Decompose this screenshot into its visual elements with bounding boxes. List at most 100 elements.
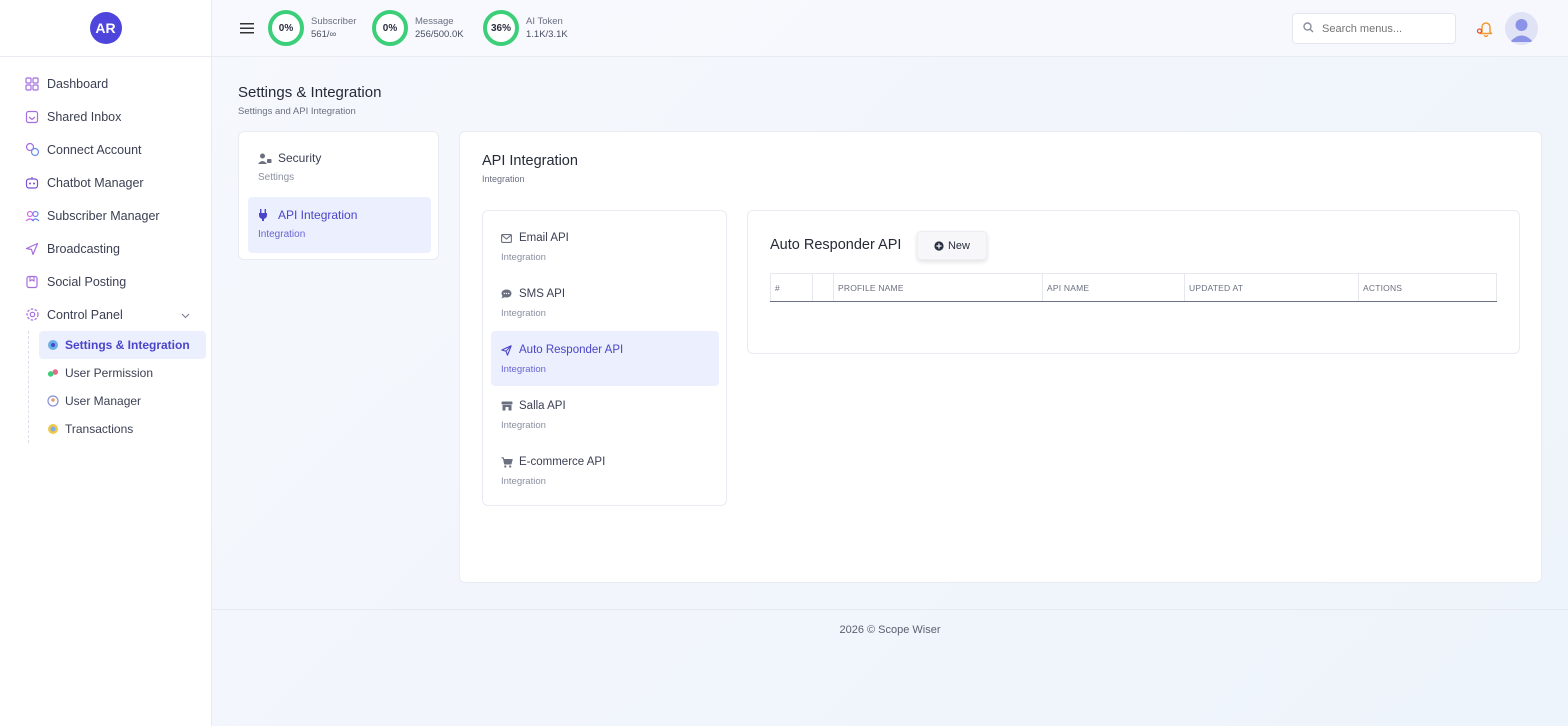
sidebar-item-social-posting[interactable]: Social Posting — [0, 265, 212, 298]
sidebar-item-label: Subscriber Manager — [47, 208, 160, 223]
sidebar-item-broadcasting[interactable]: Broadcasting — [0, 232, 212, 265]
users-icon — [24, 208, 40, 224]
api-item-label: SMS API — [519, 288, 566, 300]
user-avatar[interactable] — [1505, 12, 1538, 45]
sidebar-subitem-label: Transactions — [65, 422, 134, 436]
sidebar-item-subscriber-manager[interactable]: Subscriber Manager — [0, 199, 212, 232]
api-item-label: E-commerce API — [519, 456, 606, 468]
auto-responder-panel: Auto Responder API New # PROFILE NAME AP… — [747, 210, 1520, 354]
settings-menu-label: Security — [278, 151, 322, 165]
settings-menu-sublabel: Settings — [258, 172, 295, 183]
sidebar-item-shared-inbox[interactable]: Shared Inbox — [0, 100, 212, 133]
meter-value: 1.1K/3.1K — [526, 29, 568, 40]
usage-ring: 0% — [268, 10, 304, 46]
api-item-label: Auto Responder API — [519, 344, 624, 356]
grid-icon — [24, 76, 40, 92]
api-integration-card: API Integration Integration Email API In… — [459, 131, 1542, 583]
api-item-label: Email API — [519, 232, 569, 244]
column-header-api-name[interactable]: API NAME — [1042, 273, 1185, 302]
topbar: 0% Subscriber 561/∞ 0% Message 256/500.0… — [212, 0, 1568, 57]
column-header-profile-name[interactable]: PROFILE NAME — [833, 273, 1043, 302]
api-list: Email API Integration SMS API Integratio… — [482, 210, 727, 506]
sidebar-item-label: Shared Inbox — [47, 109, 122, 124]
footer-copyright: 2026 © Scope Wiser — [839, 624, 941, 636]
auto-responder-table: # PROFILE NAME API NAME UPDATED AT ACTIO… — [770, 273, 1497, 302]
sidebar-brand: AR — [0, 0, 211, 57]
page-title: Settings & Integration — [238, 84, 382, 101]
sidebar-item-label: Broadcasting — [47, 241, 120, 256]
column-header-actions[interactable]: ACTIONS — [1358, 273, 1497, 302]
meter-label: Subscriber — [311, 16, 357, 27]
footer-divider — [212, 609, 1568, 610]
bell-icon[interactable] — [1476, 18, 1496, 38]
sidebar-item-control-panel[interactable]: Control Panel — [0, 298, 212, 331]
column-header-updated-at[interactable]: UPDATED AT — [1184, 273, 1359, 302]
search-input[interactable] — [1322, 22, 1442, 35]
sidebar-subitem-transactions[interactable]: Transactions — [39, 415, 206, 443]
settings-menu-api-integration[interactable]: API Integration Integration — [248, 197, 431, 253]
sidebar-item-label: Control Panel — [47, 307, 123, 322]
api-item-email[interactable]: Email API Integration — [491, 219, 719, 274]
sidebar: AR Dashboard Shared Inbox Connect Accoun… — [0, 0, 212, 726]
inbox-icon — [24, 109, 40, 125]
user-manager-icon — [47, 395, 59, 407]
api-item-sms[interactable]: SMS API Integration — [491, 275, 719, 330]
control-panel-submenu: Settings & Integration User Permission U… — [28, 331, 206, 443]
settings-menu-security[interactable]: Security Settings — [248, 140, 431, 196]
envelope-icon — [501, 232, 513, 244]
bot-icon — [24, 175, 40, 191]
brand-logo[interactable]: AR — [89, 12, 122, 44]
link-icon — [24, 142, 40, 158]
new-button-label: New — [947, 239, 970, 252]
transactions-icon — [47, 423, 59, 435]
menu-toggle-icon[interactable] — [240, 21, 254, 35]
sidebar-subitem-label: User Permission — [65, 366, 154, 380]
new-button[interactable]: New — [917, 231, 987, 260]
send-icon — [24, 241, 40, 257]
sidebar-nav: Dashboard Shared Inbox Connect Account C… — [0, 67, 212, 443]
meter-value: 561/∞ — [311, 29, 337, 40]
sidebar-item-label: Social Posting — [47, 274, 127, 289]
sidebar-item-label: Chatbot Manager — [47, 175, 144, 190]
sidebar-subitem-settings-integration[interactable]: Settings & Integration — [39, 331, 206, 359]
column-header-select[interactable] — [812, 273, 834, 302]
column-header-index[interactable]: # — [770, 273, 813, 302]
api-item-sublabel: Integration — [501, 476, 546, 487]
plug-icon — [258, 209, 272, 221]
sidebar-subitem-user-manager[interactable]: User Manager — [39, 387, 206, 415]
store-icon — [501, 400, 513, 412]
sidebar-item-label: Dashboard — [47, 76, 109, 91]
usage-ring: 0% — [372, 10, 408, 46]
subscriber-meter: 0% Subscriber 561/∞ — [268, 10, 356, 46]
panel-title: Auto Responder API — [770, 237, 902, 253]
api-item-label: Salla API — [519, 400, 566, 412]
search-icon — [1303, 20, 1314, 38]
table-header-row: # PROFILE NAME API NAME UPDATED AT ACTIO… — [770, 273, 1497, 302]
user-lock-icon — [258, 152, 272, 164]
ai-token-meter: 36% AI Token 1.1K/3.1K — [483, 10, 568, 46]
meter-label: Message — [415, 16, 454, 27]
api-item-sublabel: Integration — [501, 308, 546, 319]
sidebar-item-connect-account[interactable]: Connect Account — [0, 133, 212, 166]
search-box — [1292, 13, 1456, 44]
sidebar-item-label: Connect Account — [47, 142, 142, 157]
sidebar-item-dashboard[interactable]: Dashboard — [0, 67, 212, 100]
meter-value: 256/500.0K — [415, 29, 464, 40]
usage-ring: 36% — [483, 10, 519, 46]
sidebar-subitem-user-permission[interactable]: User Permission — [39, 359, 206, 387]
api-item-ecommerce[interactable]: E-commerce API Integration — [491, 443, 719, 498]
message-meter: 0% Message 256/500.0K — [372, 10, 464, 46]
api-item-auto-responder[interactable]: Auto Responder API Integration — [491, 331, 719, 386]
bookmark-icon — [24, 274, 40, 290]
settings-menu: Security Settings API Integration Integr… — [238, 131, 439, 260]
sidebar-subitem-label: Settings & Integration — [65, 338, 190, 352]
sidebar-item-chatbot-manager[interactable]: Chatbot Manager — [0, 166, 212, 199]
settings-menu-label: API Integration — [278, 208, 358, 222]
api-item-salla[interactable]: Salla API Integration — [491, 387, 719, 442]
section-subtitle: Integration — [482, 174, 525, 184]
page-subtitle: Settings and API Integration — [238, 106, 356, 117]
api-item-sublabel: Integration — [501, 420, 546, 431]
paper-plane-icon — [501, 344, 513, 356]
settings-menu-sublabel: Integration — [258, 229, 306, 240]
chevron-down-icon — [181, 308, 190, 322]
